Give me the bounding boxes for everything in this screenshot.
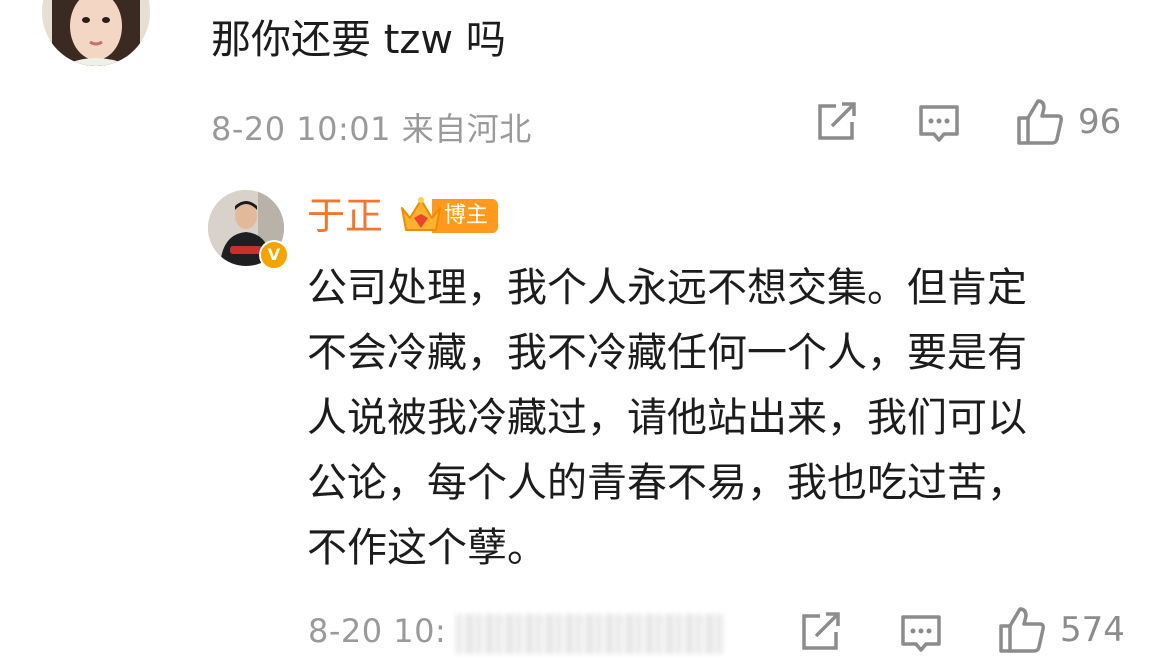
comment-icon	[919, 105, 959, 142]
comment-icon	[901, 615, 941, 652]
avatar-image	[42, 0, 150, 66]
comment-location: 来自河北	[401, 110, 532, 148]
comment-meta: 8-20 10:01 来自河北	[211, 104, 532, 150]
share-icon	[818, 102, 856, 140]
comment-text: 那你还要 tzw 吗	[211, 17, 506, 63]
commenter-avatar[interactable]	[42, 0, 150, 66]
like-button[interactable]: 574	[998, 606, 1125, 654]
reply-line: 公论，每个人的青春不易，我也吃过苦，	[307, 460, 1027, 506]
redaction-blur	[455, 614, 725, 654]
share-button[interactable]	[800, 612, 842, 652]
comment-timestamp: 8-20 10:01	[211, 110, 392, 148]
share-button[interactable]	[816, 102, 858, 142]
reply-line: 人说被我冷藏过，请他站出来，我们可以	[307, 395, 1027, 441]
reply-line: 公司处理，我个人永远不想交集。但肯定	[307, 265, 1027, 311]
comment-button[interactable]	[918, 104, 960, 144]
like-count: 574	[1060, 610, 1125, 650]
share-icon	[802, 612, 840, 650]
reply-line: 不作这个孽。	[307, 525, 547, 571]
reply-timestamp: 8-20 10:	[308, 612, 447, 650]
verified-badge: V	[259, 240, 289, 270]
reply-text: 公司处理，我个人永远不想交集。但肯定 不会冷藏，我不冷藏任何一个人，要是有 人说…	[307, 256, 1127, 581]
author-username[interactable]: 于正	[307, 191, 383, 241]
thumbs-up-icon	[1017, 99, 1063, 145]
thumbs-up-icon	[999, 607, 1045, 653]
like-button[interactable]: 96	[1016, 98, 1121, 146]
reply-meta: 8-20 10:	[308, 612, 446, 650]
crown-icon	[401, 197, 441, 231]
reply-line: 不会冷藏，我不冷藏任何一个人，要是有	[307, 330, 1027, 376]
like-count: 96	[1078, 102, 1122, 142]
comment-button[interactable]	[900, 614, 942, 654]
